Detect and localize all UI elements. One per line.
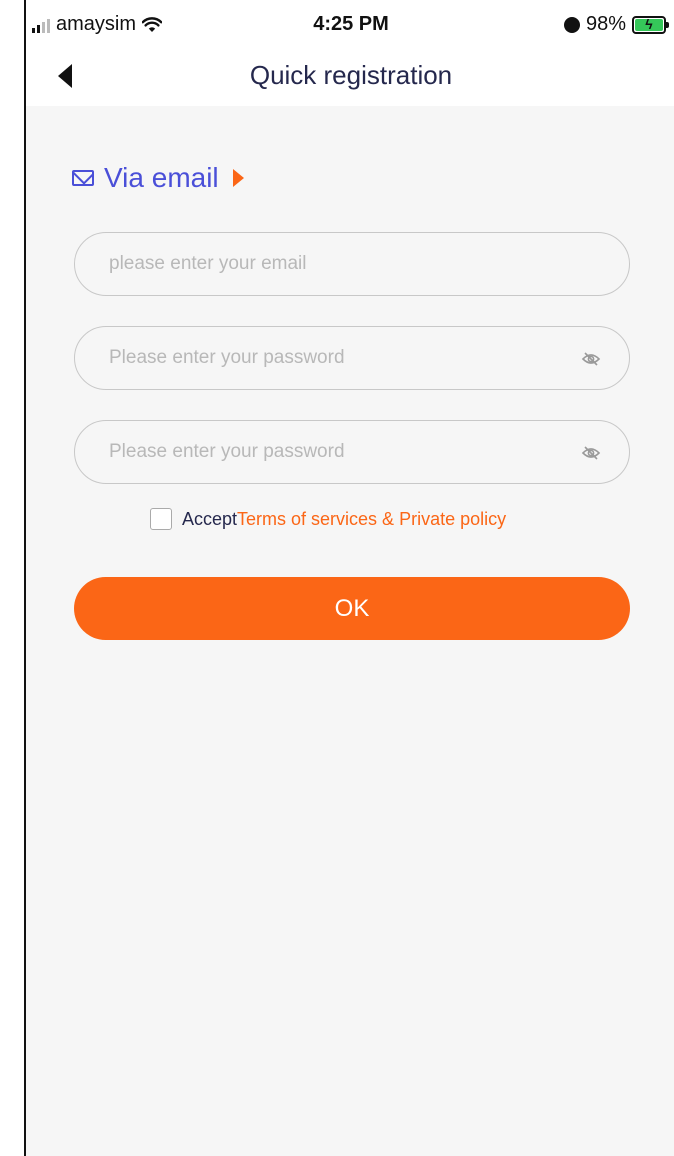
terms-row: Accept Terms of services & Private polic… <box>150 508 506 530</box>
confirm-password-input[interactable] <box>109 421 549 483</box>
alarm-icon <box>563 16 580 33</box>
nav-bar: Quick registration <box>26 48 674 106</box>
eye-off-icon[interactable] <box>581 443 601 463</box>
email-input[interactable] <box>109 233 549 295</box>
caret-right-icon <box>232 169 244 187</box>
method-label: Via email <box>104 162 219 193</box>
eye-off-icon[interactable] <box>581 349 601 369</box>
accept-terms-checkbox[interactable] <box>150 508 172 530</box>
password-input[interactable] <box>109 327 549 389</box>
ok-button[interactable]: OK <box>74 577 630 640</box>
status-bar: amaysim 4:25 PM 98% ϟ <box>26 0 674 48</box>
accept-label: Accept <box>182 508 238 529</box>
app-screen: amaysim 4:25 PM 98% ϟ Quick registration… <box>24 0 674 1156</box>
password-field-container <box>74 326 630 390</box>
email-field-container <box>74 232 630 296</box>
status-right: 98% ϟ <box>563 13 669 36</box>
confirm-password-field-container <box>74 420 630 484</box>
battery-percent: 98% <box>585 13 626 35</box>
registration-method-selector[interactable]: Via email <box>72 162 244 194</box>
page-title: Quick registration <box>249 60 453 90</box>
terms-link[interactable]: Terms of services & Private policy <box>237 509 506 530</box>
battery-icon: ϟ <box>632 15 669 34</box>
mail-icon <box>72 170 94 186</box>
